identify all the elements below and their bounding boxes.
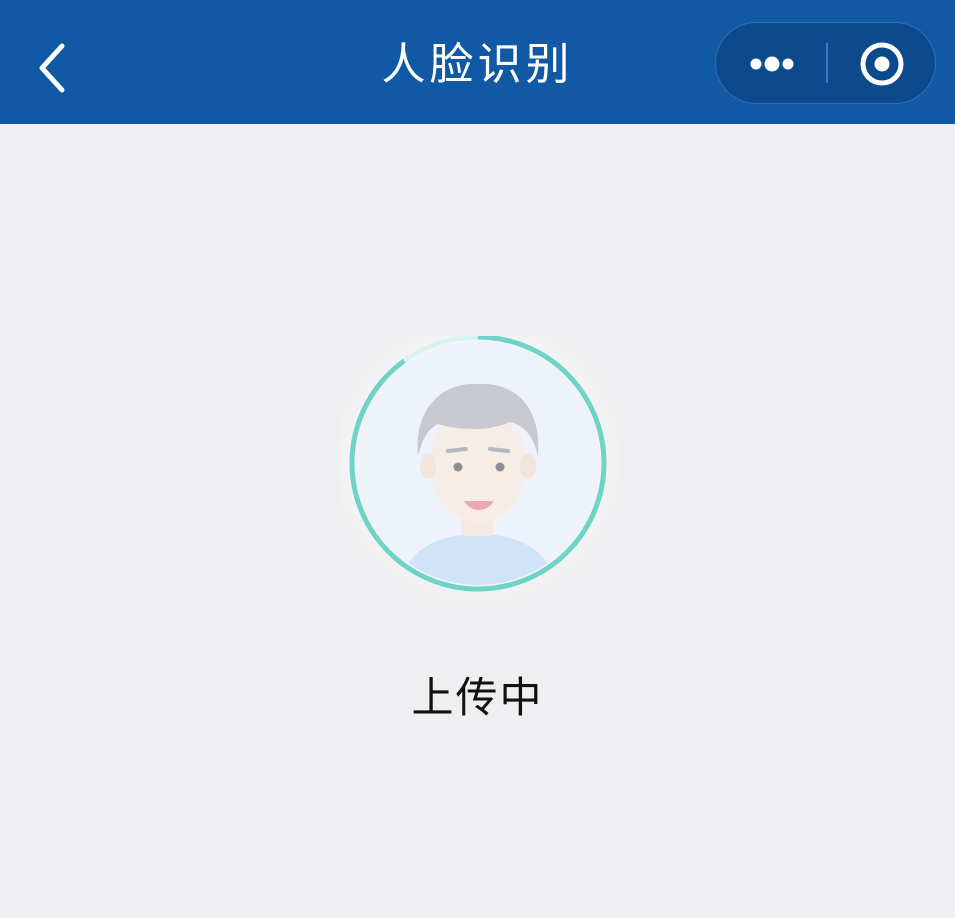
- navigation-bar: 人脸识别: [0, 0, 955, 124]
- face-scan-progress: [328, 316, 628, 616]
- mini-program-capsule: [715, 22, 936, 104]
- more-button[interactable]: [716, 23, 826, 102]
- face-avatar-icon: [356, 341, 600, 585]
- more-dots-icon: [750, 56, 794, 72]
- target-circle-icon: [860, 42, 904, 86]
- main-content: 上传中: [0, 124, 955, 918]
- upload-status-text: 上传中: [411, 673, 544, 722]
- close-mini-program-button[interactable]: [828, 23, 935, 102]
